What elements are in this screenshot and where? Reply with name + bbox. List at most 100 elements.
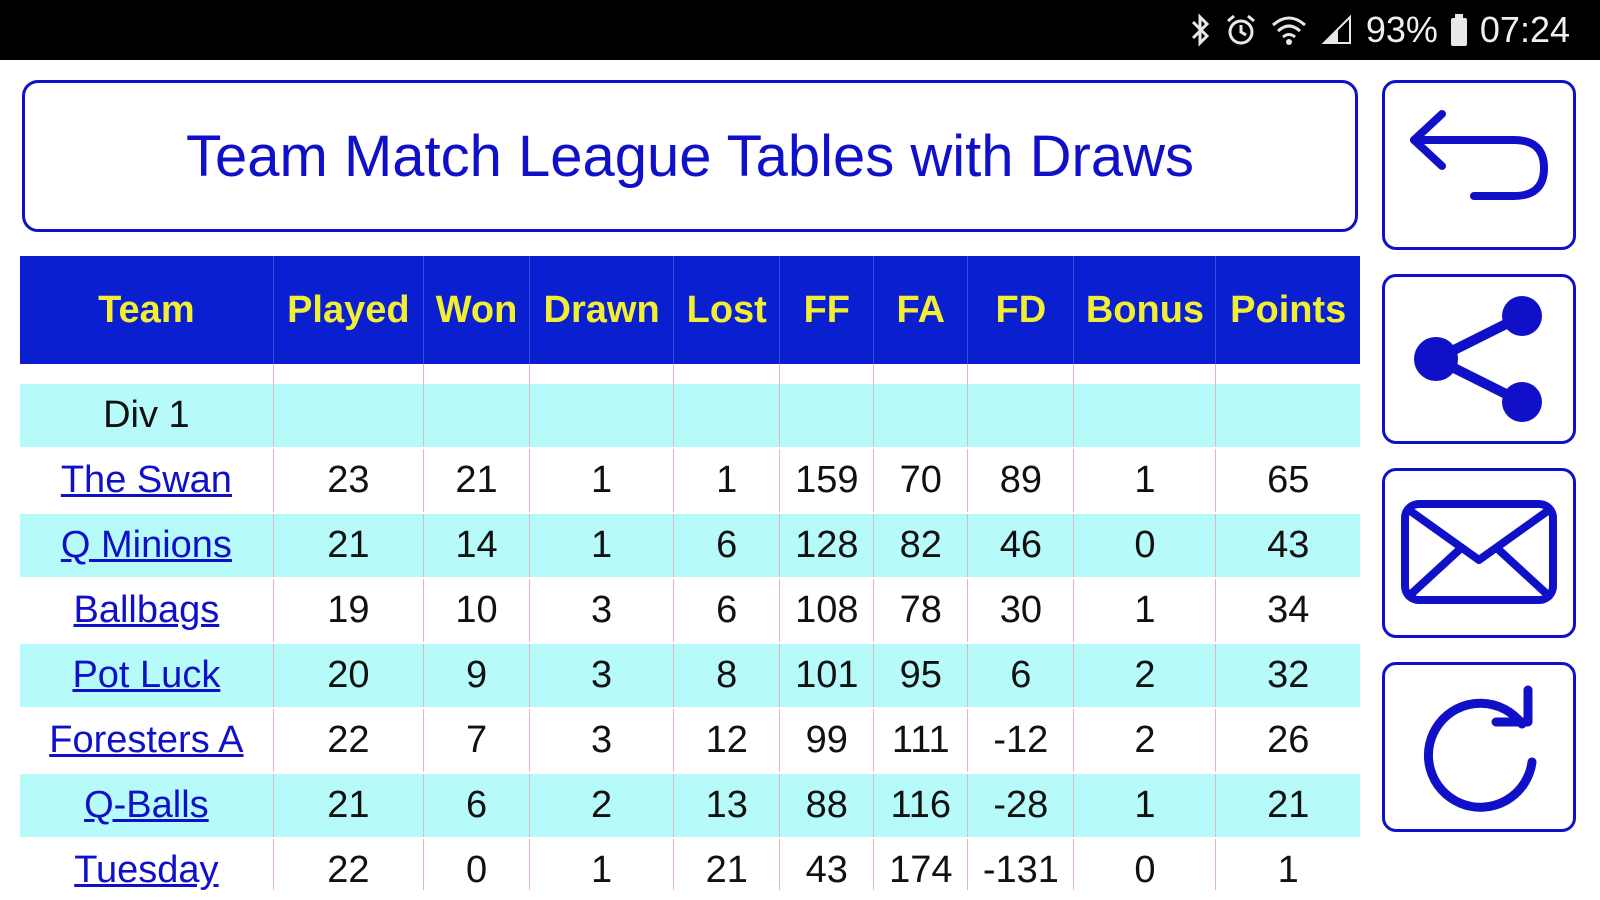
cell-ff: 101	[779, 643, 875, 709]
cell-fd: 6	[967, 643, 1075, 709]
cell-fd: -131	[967, 838, 1075, 890]
wifi-icon	[1270, 13, 1308, 47]
battery-icon	[1450, 13, 1468, 47]
signal-icon	[1320, 13, 1354, 47]
cell-fa: 116	[873, 773, 969, 839]
cell-won: 0	[423, 838, 531, 890]
cell-fa: 82	[873, 513, 969, 579]
email-button[interactable]	[1382, 468, 1576, 638]
column-header-bonus[interactable]: Bonus	[1073, 256, 1217, 364]
column-header-ff[interactable]: FF	[779, 256, 875, 364]
cell-bonus: 2	[1073, 708, 1217, 774]
column-header-fa[interactable]: FA	[873, 256, 969, 364]
column-header-team[interactable]: Team	[20, 256, 274, 364]
cell-lost: 13	[673, 773, 781, 839]
table-row: Tuesday 22 0 1 21 43 174 -131 0 1	[20, 838, 1360, 890]
cell-bonus: 0	[1073, 513, 1217, 579]
email-icon	[1401, 500, 1557, 604]
cell-bonus: 0	[1073, 838, 1217, 890]
cell-lost: 6	[673, 578, 781, 644]
division-row: Div 1	[20, 384, 1360, 449]
cell-fd: -12	[967, 708, 1075, 774]
cell-points: 65	[1215, 448, 1360, 514]
team-link[interactable]: Q Minions	[61, 524, 232, 566]
share-icon	[1414, 296, 1542, 422]
bluetooth-icon	[1190, 13, 1212, 47]
cell-drawn: 3	[529, 578, 675, 644]
cell-played: 20	[273, 643, 424, 709]
refresh-icon	[1423, 685, 1537, 812]
table-row: Foresters A 22 7 3 12 99 111 -12 2 26	[20, 708, 1360, 774]
cell-ff: 128	[779, 513, 875, 579]
team-link[interactable]: Q-Balls	[84, 784, 209, 826]
team-link[interactable]: Tuesday	[74, 849, 218, 890]
cell-points: 43	[1215, 513, 1360, 579]
cell-drawn: 1	[529, 513, 675, 579]
cell-fa: 78	[873, 578, 969, 644]
cell-drawn: 2	[529, 773, 675, 839]
cell-won: 9	[423, 643, 531, 709]
league-table: Team Played Won Drawn Lost FF FA FD Bonu…	[20, 256, 1360, 890]
cell-played: 21	[273, 773, 424, 839]
cell-won: 21	[423, 448, 531, 514]
cell-drawn: 1	[529, 448, 675, 514]
cell-fd: 89	[967, 448, 1075, 514]
cell-lost: 8	[673, 643, 781, 709]
cell-ff: 99	[779, 708, 875, 774]
cell-lost: 21	[673, 838, 781, 890]
table-row: Q-Balls 21 6 2 13 88 116 -28 1 21	[20, 773, 1360, 839]
cell-fd: -28	[967, 773, 1075, 839]
table-row: The Swan 23 21 1 1 159 70 89 1 65	[20, 448, 1360, 514]
column-header-won[interactable]: Won	[423, 256, 531, 364]
status-bar: 93% 07:24	[0, 0, 1600, 60]
cell-fa: 95	[873, 643, 969, 709]
table-row: Q Minions 21 14 1 6 128 82 46 0 43	[20, 513, 1360, 579]
page-title: Team Match League Tables with Draws	[186, 123, 1194, 189]
page-title-box: Team Match League Tables with Draws	[22, 80, 1358, 232]
cell-fa: 174	[873, 838, 969, 890]
back-button[interactable]	[1382, 80, 1576, 250]
team-link[interactable]: Pot Luck	[72, 654, 220, 696]
league-table-container[interactable]: Team Played Won Drawn Lost FF FA FD Bonu…	[20, 256, 1360, 890]
cell-ff: 108	[779, 578, 875, 644]
team-link[interactable]: Foresters A	[49, 719, 243, 761]
cell-ff: 43	[779, 838, 875, 890]
cell-fd: 46	[967, 513, 1075, 579]
division-label: Div 1	[20, 384, 274, 449]
cell-drawn: 3	[529, 643, 675, 709]
table-header-row: Team Played Won Drawn Lost FF FA FD Bonu…	[20, 256, 1360, 364]
team-link[interactable]: The Swan	[61, 459, 232, 501]
cell-played: 22	[273, 708, 424, 774]
cell-points: 26	[1215, 708, 1360, 774]
battery-percent: 93%	[1365, 9, 1438, 50]
cell-lost: 6	[673, 513, 781, 579]
column-header-fd[interactable]: FD	[967, 256, 1075, 364]
cell-bonus: 1	[1073, 773, 1217, 839]
cell-ff: 159	[779, 448, 875, 514]
column-header-lost[interactable]: Lost	[673, 256, 781, 364]
spacer-row	[20, 364, 1360, 384]
team-link[interactable]: Ballbags	[74, 589, 220, 631]
cell-points: 21	[1215, 773, 1360, 839]
back-arrow-icon	[1410, 110, 1549, 200]
share-button[interactable]	[1382, 274, 1576, 444]
table-row: Pot Luck 20 9 3 8 101 95 6 2 32	[20, 643, 1360, 709]
cell-fa: 111	[873, 708, 969, 774]
column-header-drawn[interactable]: Drawn	[529, 256, 675, 364]
cell-played: 23	[273, 448, 424, 514]
cell-drawn: 3	[529, 708, 675, 774]
table-row: Ballbags 19 10 3 6 108 78 30 1 34	[20, 578, 1360, 644]
cell-ff: 88	[779, 773, 875, 839]
cell-won: 14	[423, 513, 531, 579]
cell-won: 6	[423, 773, 531, 839]
cell-points: 32	[1215, 643, 1360, 709]
cell-bonus: 1	[1073, 448, 1217, 514]
refresh-button[interactable]	[1382, 662, 1576, 832]
cell-fd: 30	[967, 578, 1075, 644]
cell-played: 19	[273, 578, 424, 644]
column-header-points[interactable]: Points	[1215, 256, 1360, 364]
column-header-played[interactable]: Played	[273, 256, 424, 364]
cell-won: 10	[423, 578, 531, 644]
cell-bonus: 2	[1073, 643, 1217, 709]
cell-played: 21	[273, 513, 424, 579]
